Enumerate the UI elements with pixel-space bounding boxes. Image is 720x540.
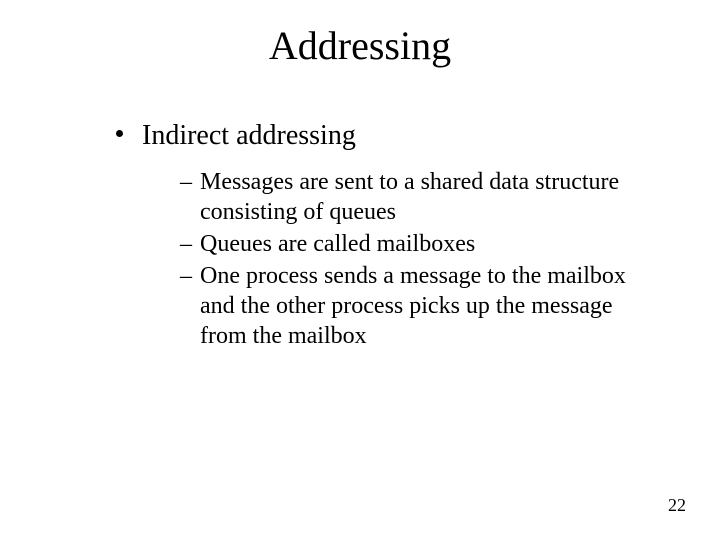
bullet-level1: Indirect addressing xyxy=(108,118,660,153)
disc-bullet-icon xyxy=(116,130,123,137)
level2-text: One process sends a message to the mailb… xyxy=(200,263,626,349)
bullet-level2: – Queues are called mailboxes xyxy=(180,229,660,259)
level2-list: – Messages are sent to a shared data str… xyxy=(108,167,660,351)
dash-bullet-icon: – xyxy=(180,167,192,197)
page-number: 22 xyxy=(668,495,686,516)
slide-title: Addressing xyxy=(0,22,720,69)
slide: Addressing Indirect addressing – Message… xyxy=(0,0,720,540)
bullet-level2: – One process sends a message to the mai… xyxy=(180,261,660,351)
level2-text: Queues are called mailboxes xyxy=(200,231,475,257)
slide-body: Indirect addressing – Messages are sent … xyxy=(108,118,660,353)
level1-text: Indirect addressing xyxy=(142,120,356,151)
dash-bullet-icon: – xyxy=(180,229,192,259)
bullet-level2: – Messages are sent to a shared data str… xyxy=(180,167,660,227)
dash-bullet-icon: – xyxy=(180,261,192,291)
level2-text: Messages are sent to a shared data struc… xyxy=(200,169,619,225)
